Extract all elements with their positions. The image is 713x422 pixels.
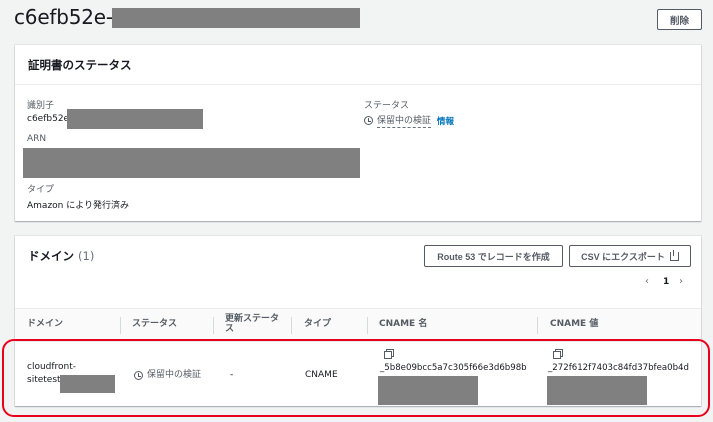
- redacted-domain: [60, 375, 115, 393]
- clock-icon: [364, 116, 373, 125]
- column-type[interactable]: タイプ: [304, 309, 331, 341]
- redacted-cname-name: [378, 376, 478, 405]
- redacted-cname-value: [547, 376, 647, 405]
- arn-label: ARN: [27, 134, 47, 144]
- column-status[interactable]: ステータス: [132, 309, 177, 341]
- copy-icon[interactable]: [553, 349, 563, 359]
- row-domain-line1: cloudfront-: [27, 362, 77, 372]
- row-status-text: 保留中の検証: [147, 370, 202, 380]
- type-value: Amazon により発行済み: [27, 201, 130, 211]
- row-cname-name: _5b8e09bcc5a7c305f66e3d6b98b: [380, 363, 527, 373]
- column-cname-value[interactable]: CNAME 値: [550, 309, 598, 341]
- status-label: ステータス: [364, 101, 410, 111]
- copy-icon[interactable]: [384, 349, 394, 359]
- redacted-title: [112, 8, 360, 28]
- page-title: c6efb52e-: [14, 5, 113, 29]
- info-link[interactable]: 情報: [437, 115, 454, 127]
- domains-panel: ドメイン (1) Route 53 でレコードを作成 CSV にエクスポート ‹…: [15, 236, 701, 406]
- column-domain[interactable]: ドメイン: [27, 309, 63, 341]
- redacted-arn: [23, 148, 360, 178]
- domains-title: ドメイン (1): [28, 248, 94, 264]
- domains-count: (1): [78, 249, 95, 263]
- create-route53-record-button[interactable]: Route 53 でレコードを作成: [424, 245, 563, 267]
- status-value: 保留中の検証 情報: [364, 113, 454, 128]
- column-separator: [291, 317, 292, 334]
- redacted-identifier: [67, 109, 203, 129]
- type-label: タイプ: [27, 185, 55, 195]
- clock-icon: [134, 370, 143, 380]
- export-csv-label: CSV にエクスポート: [581, 251, 665, 262]
- row-renewal-status: -: [230, 370, 234, 380]
- pager-prev-icon[interactable]: ‹: [645, 276, 649, 287]
- column-renewal-status[interactable]: 更新ステータス: [225, 309, 285, 341]
- pager-current-page[interactable]: 1: [663, 277, 669, 287]
- pager-next-icon[interactable]: ›: [679, 276, 683, 287]
- export-icon: [669, 249, 679, 261]
- column-separator: [367, 317, 368, 334]
- column-cname-name[interactable]: CNAME 名: [379, 309, 427, 341]
- export-csv-button[interactable]: CSV にエクスポート: [569, 245, 691, 267]
- identifier-value: c6efb52e-: [27, 114, 73, 124]
- certificate-status-panel: 証明書のステータス 識別子 c6efb52e- ARN タイプ Amazon に…: [15, 45, 701, 221]
- row-cname-value: _272f612f7403c84fd37bfea0b4d: [548, 363, 689, 373]
- domains-title-text: ドメイン: [28, 249, 74, 263]
- row-type: CNAME: [305, 370, 338, 380]
- column-separator: [213, 317, 214, 334]
- identifier-label: 識別子: [27, 101, 55, 111]
- domains-table-header: ドメイン ステータス 更新ステータス タイプ CNAME 名 CNAME 値: [15, 308, 701, 342]
- page-header: c6efb52e- 削除: [0, 0, 713, 38]
- column-separator: [537, 317, 538, 334]
- delete-button[interactable]: 削除: [657, 9, 702, 30]
- row-status: 保留中の検証: [134, 369, 201, 382]
- status-text: 保留中の検証: [377, 113, 432, 128]
- column-separator: [120, 317, 121, 334]
- status-panel-title: 証明書のステータス: [15, 45, 701, 85]
